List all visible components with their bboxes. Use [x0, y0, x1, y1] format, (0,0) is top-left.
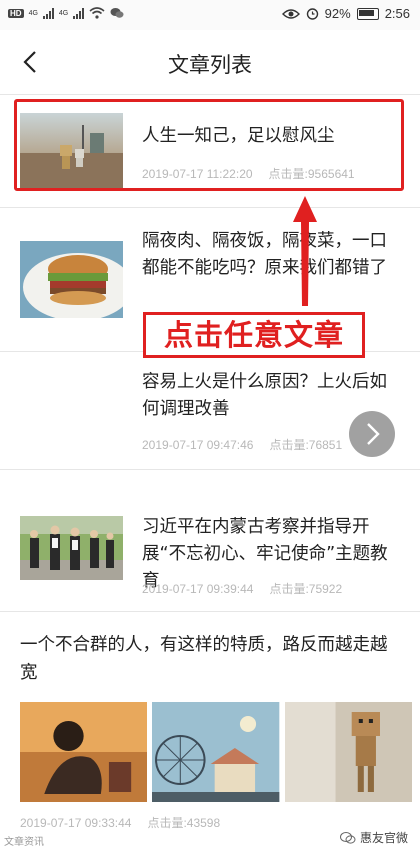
eye-icon — [281, 8, 300, 19]
wifi-icon — [89, 7, 105, 19]
arrow-up-icon — [293, 196, 317, 306]
article-meta: 2019-07-17 09:33:44 点击量:43598 — [20, 814, 220, 831]
clock: 2:56 — [384, 6, 410, 21]
watermark-left: 文章资讯 — [4, 837, 44, 848]
net-label-2: 4G — [58, 9, 69, 17]
article-thumbnail — [20, 241, 123, 318]
battery-icon — [356, 7, 379, 20]
article-item[interactable]: 习近平在内蒙古考察并指导开展“不忘初心、牢记使命”主题教育 2019-07-17… — [0, 470, 420, 612]
alarm-icon — [306, 8, 318, 20]
chevron-right-icon — [367, 423, 380, 445]
article-image — [284, 702, 412, 802]
article-image — [152, 702, 280, 802]
app-header: 文章列表 — [0, 30, 420, 95]
status-bar: HD 4G 4G 92% 2:56 — [0, 0, 420, 30]
annotation-callout: 点击任意文章 — [143, 312, 365, 358]
article-image-row — [20, 702, 412, 802]
article-date: 2019-07-17 09:39:44 — [142, 582, 254, 596]
net-label-1: 4G — [28, 9, 38, 17]
signal-icon-2 — [73, 7, 85, 19]
wechat-logo-icon — [339, 831, 356, 844]
highlight-box — [14, 99, 404, 191]
article-image — [20, 702, 148, 802]
page-title: 文章列表 — [168, 53, 252, 77]
watermark-text: 惠友官微 — [359, 831, 408, 845]
article-views: 点击量:43598 — [147, 816, 221, 830]
article-thumbnail — [20, 516, 123, 580]
article-meta: 2019-07-17 09:39:44 点击量:75922 — [142, 580, 342, 597]
article-title: 隔夜肉、隔夜饭，隔夜菜，一口都能不能吃吗？原来我们都错了 — [142, 231, 387, 278]
article-title: 一个不合群的人，有这样的特质，路反而越走越宽 — [20, 635, 388, 683]
article-date: 2019-07-17 09:47:46 — [142, 438, 254, 452]
article-views: 点击量:76851 — [269, 438, 343, 452]
article-views: 点击量:75922 — [269, 582, 343, 596]
wechat-icon — [110, 8, 124, 18]
next-page-button[interactable] — [349, 411, 395, 457]
article-meta: 2019-07-17 09:47:46 点击量:76851 — [142, 436, 342, 453]
watermark: 惠友官微 — [339, 829, 408, 846]
battery-percent: 92% — [324, 6, 351, 21]
hd-badge: HD — [8, 8, 24, 18]
article-date: 2019-07-17 09:33:44 — [20, 816, 132, 830]
signal-icon — [42, 7, 54, 19]
